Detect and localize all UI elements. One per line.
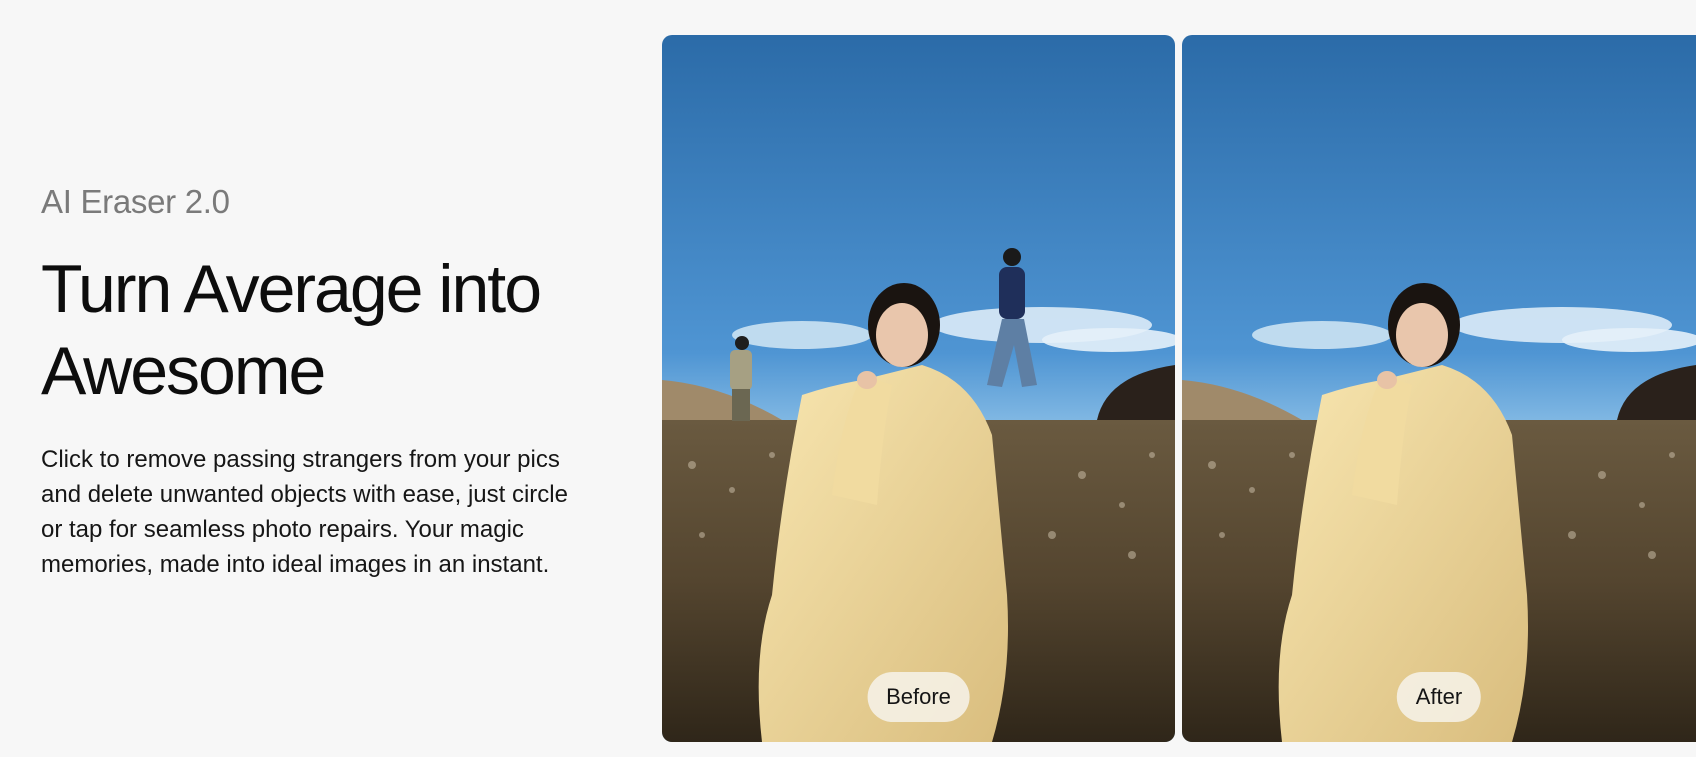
- product-description: Click to remove passing strangers from y…: [41, 446, 568, 578]
- hero-text: AI Eraser 2.0 Turn Average into Awesome …: [41, 180, 601, 582]
- headline-line-1: Turn Average into: [41, 251, 542, 327]
- product-eyebrow: AI Eraser 2.0: [41, 183, 230, 220]
- after-photo: After: [1182, 35, 1696, 742]
- page-title: Turn Average into Awesome: [41, 248, 601, 412]
- after-label-button[interactable]: After: [1396, 672, 1482, 722]
- headline-line-2: Awesome: [41, 333, 326, 409]
- after-photo-image: [1182, 35, 1696, 742]
- before-label-button[interactable]: Before: [867, 672, 970, 722]
- before-photo-image: [662, 35, 1175, 742]
- before-photo: Before: [662, 35, 1175, 742]
